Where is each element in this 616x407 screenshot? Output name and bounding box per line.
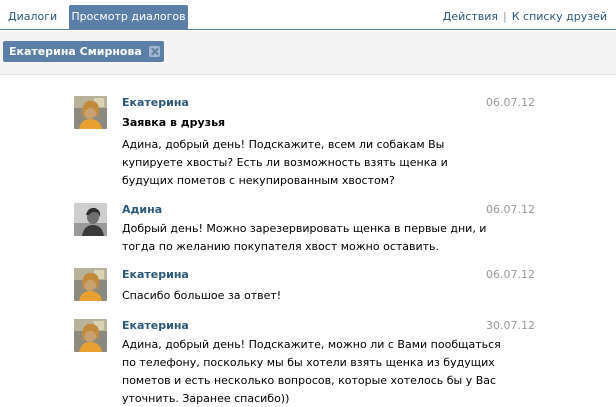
tab-view-dialogs[interactable]: Просмотр диалогов [69,5,188,30]
message-author[interactable]: Адина [122,203,162,216]
filter-bar: Екатерина Смирнова [0,31,616,75]
message-date: 06.07.12 [486,96,535,109]
tab-bar: Диалоги Просмотр диалогов Действия | К спи… [0,0,616,30]
message-date: 06.07.12 [486,203,535,216]
separator: | [503,10,507,23]
message-author[interactable]: Екатерина [122,268,189,281]
message-author[interactable]: Екатерина [122,96,189,109]
close-icon[interactable] [148,46,160,57]
actions-link[interactable]: Действия [443,10,498,23]
message-item: Екатерина 06.07.12 Спасибо большое за от… [74,268,535,306]
avatar[interactable] [74,268,107,301]
filter-chip-label: Екатерина Смирнова [9,45,142,58]
message-body: Добрый день! Можно зарезервировать щенка… [122,222,487,253]
tab-dialogs[interactable]: Диалоги [0,5,66,30]
message-item: Екатерина 30.07.12 Адина, добрый день! П… [74,319,535,407]
avatar[interactable] [74,96,107,129]
message-subject: Заявка в друзья [122,116,226,129]
message-body: Адина, добрый день! Подскажите, можно ли… [122,338,501,405]
message-item: Екатерина 06.07.12 Заявка в друзья Адина… [74,96,535,188]
avatar[interactable] [74,203,107,236]
back-to-friends-link[interactable]: К списку друзей [512,10,607,23]
message-body: Спасибо большое за ответ! [122,289,282,302]
filter-chip: Екатерина Смирнова [3,41,164,62]
message-author[interactable]: Екатерина [122,319,189,332]
header-actions: Действия | К списку друзей [443,10,607,23]
message-date: 30.07.12 [486,319,535,332]
message-date: 06.07.12 [486,268,535,281]
message-item: Адина 06.07.12 Добрый день! Можно зарезе… [74,203,535,258]
message-body: Адина, добрый день! Подскажите, всем ли … [122,138,448,187]
avatar[interactable] [74,319,107,352]
